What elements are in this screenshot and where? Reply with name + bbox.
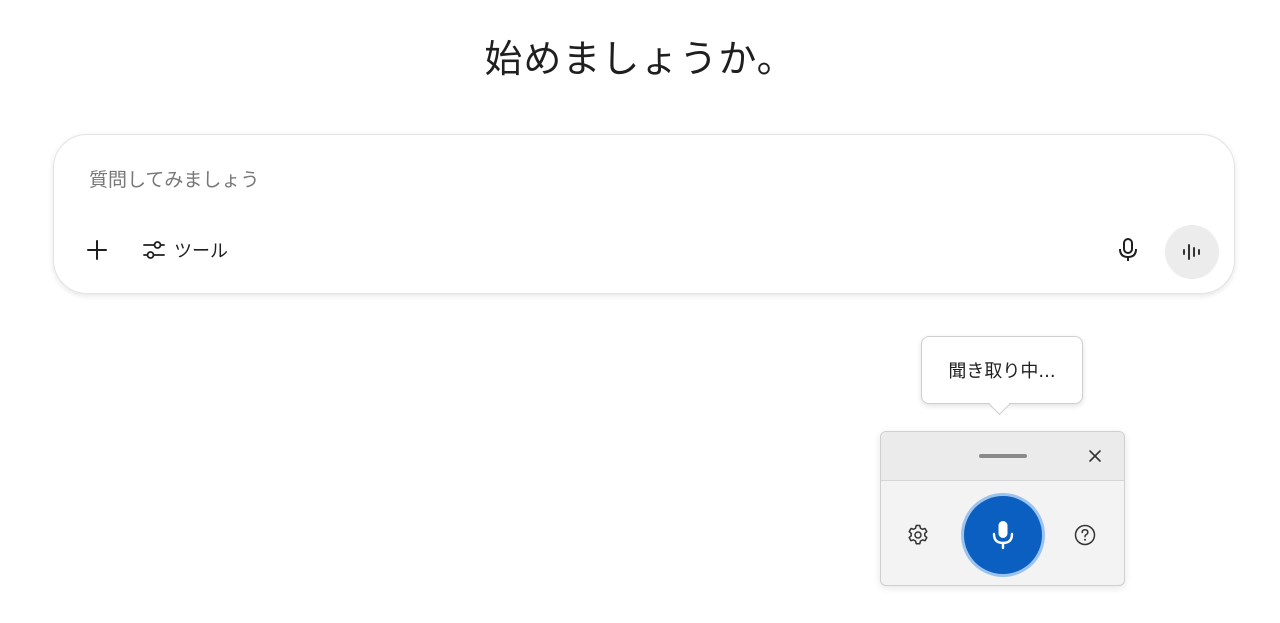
settings-button[interactable] [903, 520, 933, 550]
prompt-input[interactable] [87, 163, 1091, 197]
page-title: 始めましょうか。 [484, 37, 796, 81]
gear-icon [908, 524, 928, 545]
plus-icon [87, 240, 107, 260]
help-circle-icon [1074, 524, 1096, 546]
page: 始めましょうか。 ツール [0, 0, 1280, 623]
mic-button[interactable] [1111, 233, 1145, 267]
close-button[interactable] [1081, 442, 1109, 470]
voice-typing-panel [880, 431, 1125, 586]
close-icon [1089, 450, 1101, 462]
drag-handle-icon[interactable] [979, 454, 1027, 458]
tools-button[interactable]: ツール [134, 233, 236, 267]
voice-mic-button[interactable] [964, 496, 1042, 574]
help-button[interactable] [1070, 520, 1100, 550]
live-voice-button[interactable] [1165, 225, 1219, 279]
audio-waveform-icon [1183, 244, 1200, 260]
voice-status-text: 聞き取り中... [948, 361, 1056, 382]
voice-status-tooltip: 聞き取り中... [921, 336, 1083, 404]
microphone-icon [1119, 238, 1137, 261]
prompt-box[interactable]: ツール [53, 134, 1235, 294]
microphone-icon [992, 521, 1014, 550]
add-button[interactable] [80, 233, 114, 267]
sliders-icon [143, 241, 165, 259]
tools-label: ツール [174, 241, 228, 262]
voice-panel-titlebar[interactable] [881, 432, 1124, 481]
